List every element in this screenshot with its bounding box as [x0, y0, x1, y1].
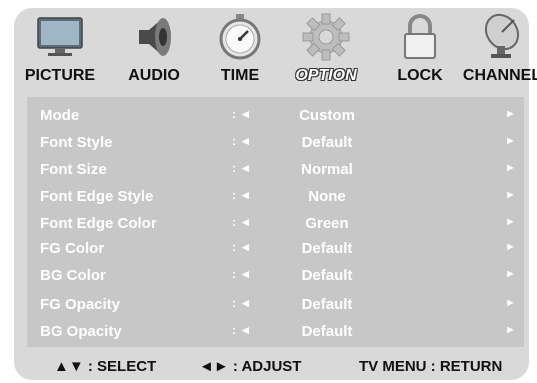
tab-label-picture: PICTURE [24, 67, 96, 84]
adjust-hint: ◄► : ADJUST [199, 358, 302, 375]
right-arrow-icon[interactable]: ► [505, 162, 516, 174]
option-label: Mode [40, 107, 80, 124]
tab-label-audio: AUDIO [128, 67, 180, 84]
option-label: Font Size [40, 161, 107, 178]
option-row-fg-color[interactable]: FG Color : ◄ Default ► [27, 234, 524, 261]
padlock-icon [404, 14, 436, 59]
stopwatch-icon [219, 14, 261, 60]
option-label: Font Edge Style [40, 188, 154, 205]
satellite-dish-icon [484, 13, 520, 58]
option-value: None [308, 188, 346, 205]
speaker-icon [139, 18, 171, 56]
option-label: Font Style [40, 134, 113, 151]
tab-audio[interactable]: AUDIO [106, 8, 202, 98]
right-arrow-icon[interactable]: ► [505, 297, 516, 309]
option-value: Custom [299, 107, 355, 124]
option-label: BG Color [40, 267, 106, 284]
right-arrow-icon[interactable]: ► [505, 241, 516, 253]
right-arrow-icon[interactable]: ► [505, 189, 516, 201]
key-hint-bar: ▲▼ : SELECT ◄► : ADJUST TV MENU : RETURN [14, 352, 529, 380]
right-arrow-icon[interactable]: ► [505, 135, 516, 147]
tab-picture[interactable]: PICTURE [12, 8, 108, 98]
option-value: Default [301, 240, 353, 257]
tab-bar: PICTURE AUDIO TIME OPTION LOCK CHANNEL [12, 8, 537, 98]
option-row-font-edge-color[interactable]: Font Edge Color : ◄ Green ► [27, 209, 524, 236]
select-hint: ▲▼ : SELECT [54, 358, 157, 375]
tab-label-time: TIME [220, 67, 260, 84]
option-row-mode[interactable]: Mode : ◄ Custom ► [27, 101, 524, 128]
option-row-font-size[interactable]: Font Size : ◄ Normal ► [27, 155, 524, 182]
tab-label-option: OPTION [295, 67, 357, 84]
option-row-bg-color[interactable]: BG Color : ◄ Default ► [27, 261, 524, 288]
tab-time[interactable]: TIME [192, 8, 288, 98]
option-label: FG Color [40, 240, 105, 257]
option-label: BG Opacity [40, 323, 122, 340]
option-value: Default [301, 134, 353, 151]
option-value: Default [301, 323, 353, 340]
option-label: FG Opacity [40, 296, 121, 313]
right-arrow-icon[interactable]: ► [505, 324, 516, 336]
monitor-icon [37, 17, 83, 56]
option-value: Default [301, 267, 353, 284]
option-value: Normal [301, 161, 353, 178]
option-value: Default [301, 296, 353, 313]
option-row-fg-opacity[interactable]: FG Opacity : ◄ Default ► [27, 290, 524, 317]
option-value: Green [305, 215, 349, 232]
option-row-bg-opacity[interactable]: BG Opacity : ◄ Default ► [27, 317, 524, 344]
tab-channel[interactable]: CHANNEL [454, 8, 537, 98]
option-row-font-style[interactable]: Font Style : ◄ Default ► [27, 128, 524, 155]
tab-option[interactable]: OPTION [278, 8, 374, 98]
right-arrow-icon[interactable]: ► [505, 216, 516, 228]
right-arrow-icon[interactable]: ► [505, 268, 516, 280]
right-arrow-icon[interactable]: ► [505, 108, 516, 120]
tab-label-channel: CHANNEL [462, 67, 537, 84]
option-label: Font Edge Color [40, 215, 157, 232]
return-hint: TV MENU : RETURN [359, 358, 503, 375]
options-panel: Mode : ◄ Custom ► Font Style : ◄ Default… [27, 97, 524, 347]
option-row-font-edge-style[interactable]: Font Edge Style : ◄ None ► [27, 182, 524, 209]
gear-icon [302, 13, 350, 61]
